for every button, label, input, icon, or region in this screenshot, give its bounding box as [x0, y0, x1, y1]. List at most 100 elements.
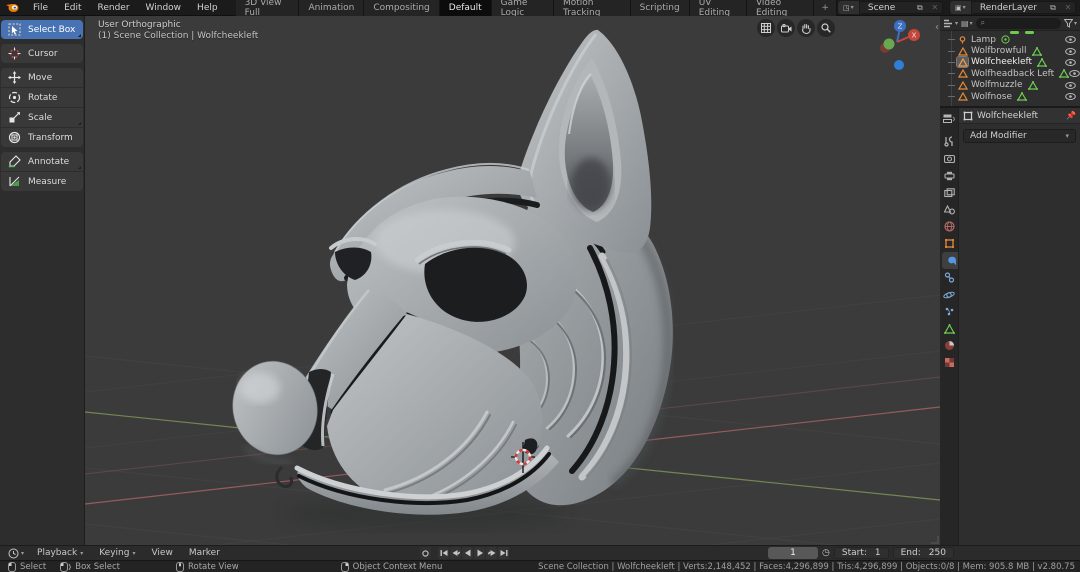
editor-type-selector[interactable]	[940, 110, 958, 127]
auto-keying-record-button[interactable]	[420, 547, 431, 559]
tool-scale[interactable]: Scale	[1, 108, 83, 127]
area-resize-corner[interactable]	[931, 536, 939, 544]
tab-particles[interactable]	[940, 303, 958, 320]
tab-physics[interactable]	[940, 286, 958, 303]
outliner-row-lamp[interactable]: Lamp	[940, 34, 1080, 45]
prev-keyframe-button[interactable]	[450, 547, 461, 559]
tab-scripting[interactable]: Scripting	[631, 0, 690, 16]
gizmo-orbit-dot[interactable]	[894, 60, 904, 70]
3d-viewport[interactable]: User Orthographic (1) Scene Collection |…	[85, 16, 940, 545]
timeline-editor-type-button[interactable]: ▾	[4, 548, 28, 559]
menu-render[interactable]: Render	[90, 0, 138, 16]
tab-animation[interactable]: Animation	[299, 0, 364, 16]
navigation-gizmo[interactable]: Z X	[877, 18, 925, 76]
scene-name[interactable]: Scene	[860, 3, 912, 13]
add-workspace-button[interactable]: +	[814, 0, 837, 16]
menu-file[interactable]: File	[25, 0, 56, 16]
hand-icon	[801, 23, 811, 34]
visibility-eye-icon[interactable]	[1065, 48, 1076, 55]
outliner-row-wolfbrowfull[interactable]: Wolfbrowfull	[940, 45, 1080, 56]
visibility-eye-icon[interactable]	[1065, 82, 1076, 89]
tab-output[interactable]	[940, 167, 958, 184]
play-button[interactable]	[474, 547, 485, 559]
menu-help[interactable]: Help	[189, 0, 226, 16]
active-object-label: (1) Scene Collection | Wolfcheekleft	[98, 31, 258, 41]
tab-view-layer[interactable]	[940, 184, 958, 201]
outliner-row-wolfmuzzle[interactable]: Wolfmuzzle	[940, 80, 1080, 91]
tool-select-box[interactable]: Select Box	[1, 20, 83, 39]
hint-box-select: Box Select	[60, 562, 120, 572]
timeline-menu-playback[interactable]: Playback▾	[30, 548, 90, 558]
tool-transform[interactable]: Transform	[1, 128, 83, 147]
tab-3d-view-full[interactable]: 3D View Full	[236, 0, 300, 16]
menu-edit[interactable]: Edit	[56, 0, 89, 16]
tab-motion-tracking[interactable]: Motion Tracking	[554, 0, 631, 16]
tab-material[interactable]	[940, 337, 958, 354]
toggle-grid-button[interactable]	[757, 19, 775, 37]
camera-view-button[interactable]	[777, 19, 795, 37]
tab-scene[interactable]	[940, 201, 958, 218]
tool-move[interactable]: Move	[1, 68, 83, 87]
tab-modifiers[interactable]	[942, 252, 958, 269]
frame-start-field[interactable]: Start: 1	[834, 547, 889, 559]
tab-world[interactable]	[940, 218, 958, 235]
tab-default[interactable]: Default	[440, 0, 492, 16]
frame-end-field[interactable]: End: 250	[893, 547, 954, 559]
outliner-display-mode-dropdown[interactable]: ▾	[943, 19, 958, 28]
outliner-collection-dropdown[interactable]: ▤▾	[961, 19, 973, 28]
browse-scene-icon[interactable]: ◳▾	[838, 1, 860, 14]
tab-tool[interactable]	[940, 133, 958, 150]
unlink-scene-icon[interactable]: ✕	[928, 3, 942, 12]
timeline-menu-view[interactable]: View	[144, 548, 179, 558]
mesh-data-icon	[1059, 69, 1069, 78]
render-layer-name[interactable]: RenderLayer	[972, 3, 1045, 13]
mesh-data-icon	[1037, 58, 1047, 67]
outliner-search-input[interactable]: ⌕	[976, 18, 1061, 29]
add-modifier-dropdown[interactable]: Add Modifier ▾	[963, 129, 1076, 143]
current-frame-field[interactable]: 1	[768, 547, 818, 559]
timeline-menu-marker[interactable]: Marker	[182, 548, 227, 558]
tool-measure[interactable]: Measure	[1, 172, 83, 191]
tool-cursor[interactable]: Cursor	[1, 44, 83, 63]
visibility-eye-icon[interactable]	[1065, 36, 1076, 43]
use-preview-range-icon[interactable]: ◷	[822, 548, 830, 558]
tool-annotate[interactable]: Annotate	[1, 152, 83, 171]
pan-view-button[interactable]	[797, 19, 815, 37]
tab-render[interactable]	[940, 150, 958, 167]
outliner-filter-dropdown[interactable]: ▾	[1064, 19, 1077, 28]
visibility-eye-icon[interactable]	[1065, 59, 1076, 66]
tab-game-logic[interactable]: Game Logic	[492, 0, 554, 16]
visibility-eye-icon[interactable]	[1069, 70, 1080, 77]
hint-object-context-menu: Object Context Menu	[341, 562, 443, 572]
jump-to-start-button[interactable]	[438, 547, 449, 559]
tab-uv-editing[interactable]: UV Editing	[690, 0, 747, 16]
timeline-menu-keying[interactable]: Keying▾	[92, 548, 142, 558]
tool-rotate[interactable]: Rotate	[1, 88, 83, 107]
new-render-layer-icon[interactable]: ⧉	[1045, 3, 1061, 13]
jump-to-end-button[interactable]	[498, 547, 509, 559]
visibility-eye-icon[interactable]	[1065, 93, 1076, 100]
outliner-header: ▾ ▤▾ ⌕ ▾	[940, 16, 1080, 31]
outliner-row-wolfnose[interactable]: Wolfnose	[940, 91, 1080, 102]
tab-texture[interactable]	[940, 354, 958, 371]
zoom-view-button[interactable]	[817, 19, 835, 37]
play-reverse-button[interactable]	[462, 547, 473, 559]
outliner-row-wolfcheekleft[interactable]: Wolfcheekleft	[940, 57, 1080, 68]
gizmo-y-axis[interactable]	[884, 39, 895, 50]
tab-compositing[interactable]: Compositing	[364, 0, 439, 16]
menu-window[interactable]: Window	[138, 0, 190, 16]
blender-logo-icon[interactable]	[6, 2, 19, 13]
new-scene-icon[interactable]: ⧉	[912, 3, 928, 13]
tab-video-editing[interactable]: Video Editing	[747, 0, 814, 16]
wolf-head-mesh[interactable]	[223, 30, 673, 530]
tab-object[interactable]	[940, 235, 958, 252]
tab-constraints[interactable]	[940, 269, 958, 286]
unlink-render-layer-icon[interactable]: ✕	[1061, 3, 1075, 12]
pin-icon[interactable]: 📌	[1066, 111, 1076, 120]
next-keyframe-button[interactable]	[486, 547, 497, 559]
tab-object-data[interactable]	[940, 320, 958, 337]
browse-render-layer-icon[interactable]: ▣▾	[950, 1, 972, 14]
playback-controls	[420, 547, 509, 559]
sidebar-collapse-arrow[interactable]: ‹	[935, 22, 939, 33]
outliner-row-wolfheadback-left[interactable]: Wolfheadback Left	[940, 68, 1080, 79]
